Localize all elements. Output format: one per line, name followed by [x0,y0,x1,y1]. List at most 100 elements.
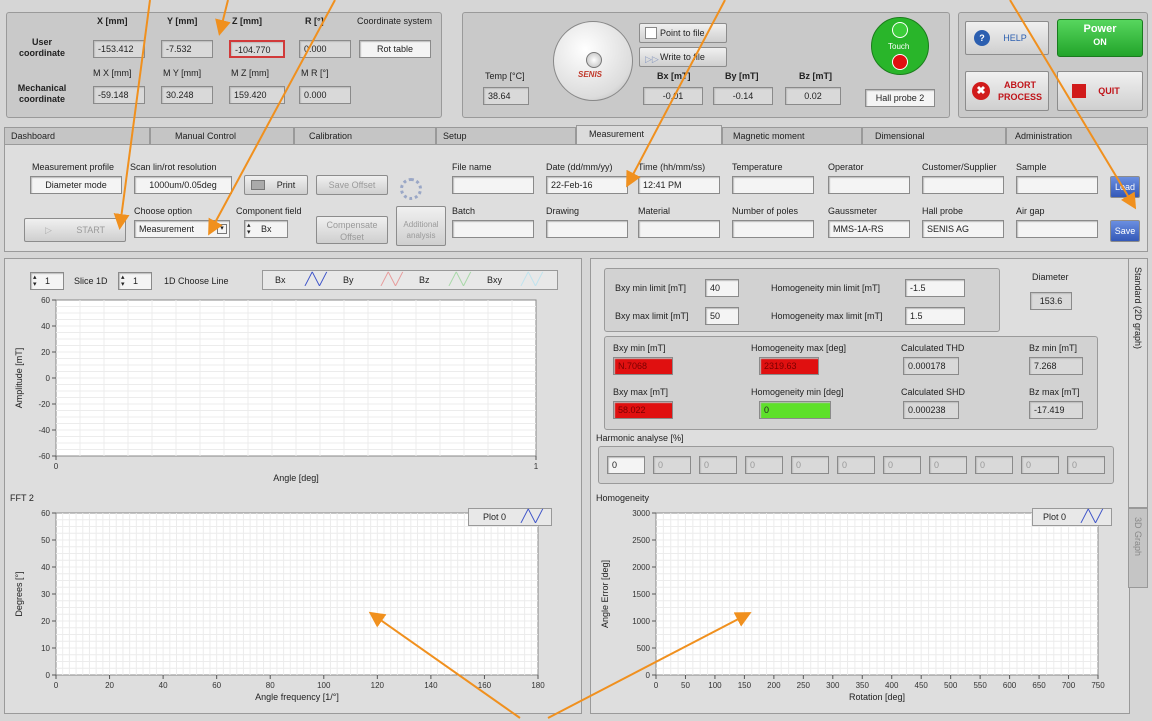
legend-by: By [343,275,354,285]
y-tick-label: 30 [41,590,50,599]
choose-line-stepper[interactable]: ▴ ▾ 1 [118,272,152,290]
meta-field-3[interactable] [732,176,814,194]
meta-field-5[interactable] [922,176,1004,194]
mech-r-header: M R [°] [301,68,329,78]
tab-setup[interactable]: Setup [436,127,576,144]
x-tick-label: 60 [212,681,221,690]
meta-field-1[interactable] [546,220,628,238]
senis-dial: SENIS [553,21,633,101]
scan-resolution-select[interactable]: 1000um/0.05deg [134,176,232,194]
meta-label-0: Batch [452,206,476,216]
x-tick-label: 500 [944,681,958,690]
legend-bxy: Bxy [487,275,503,285]
y-axis-label: Amplitude [mT] [14,348,24,409]
limits-panel: Bxy min limit [mT] 40 Homogeneity min li… [604,268,1000,332]
harmonic-value-0[interactable]: 0 [607,456,645,474]
compensate-offset-button[interactable]: Compensate Offset [316,216,388,244]
plot3-legend[interactable]: Plot 0 ╱╲╱ [1032,508,1112,526]
play-icon-start: ▷ [44,225,55,235]
mech-z-header: M Z [mm] [231,68,269,78]
abort-process-button[interactable]: ✖ ABORT PROCESS [965,71,1049,111]
meta-field-3[interactable] [732,220,814,238]
quit-button[interactable]: QUIT [1057,71,1143,111]
start-button[interactable]: ▷ START [24,218,126,242]
tab-magnetic-moment[interactable]: Magnetic moment [722,127,862,144]
y-tick-label: 20 [41,348,50,357]
meta-field-0[interactable] [452,220,534,238]
print-button[interactable]: Print [244,175,308,195]
abort-label: ABORT PROCESS [997,80,1042,102]
component-field-select[interactable]: ▴ ▾ Bx [244,220,288,238]
bxy-max-label: Bxy max [mT] [613,387,669,397]
plot2-legend[interactable]: Plot 0 ╱╲╱ [468,508,552,526]
help-button[interactable]: ? HELP [965,21,1049,55]
harmonic-value-8: 0 [975,456,1013,474]
compensate-offset-label: Compensate Offset [326,220,378,242]
y-tick-label: 40 [41,563,50,572]
meta-field-5[interactable]: SENIS AG [922,220,1004,238]
x-tick-label: 50 [681,681,690,690]
meta-field-1[interactable]: 22-Feb-16 [546,176,628,194]
tab-measurement[interactable]: Measurement [576,125,722,144]
write-to-file-button[interactable]: ▷▷ Write to file [639,47,727,67]
homogeneity-plot[interactable]: 3000 2500 2000 1500 1000 500 00 50 100 150 200 250 3… [596,503,1122,711]
y-tick-label: 3000 [632,509,650,518]
meta-field-0[interactable] [452,176,534,194]
bz-max-label: Bz max [mT] [1029,387,1080,397]
x-tick-label: 200 [767,681,781,690]
harmonic-value-7: 0 [929,456,967,474]
dial-knob [586,52,602,68]
x-header: X [mm] [97,16,128,26]
meta-label-0: File name [452,162,492,172]
meta-field-6[interactable] [1016,176,1098,194]
tab-calibration[interactable]: Calibration [294,127,436,144]
tab-dashboard[interactable]: Dashboard [4,127,150,144]
y-tick-label: 2500 [632,536,650,545]
x-tick-label: 650 [1032,681,1046,690]
hom-min-limit-input[interactable]: -1.5 [905,279,965,297]
harmonic-value-3: 0 [745,456,783,474]
hom-max-limit-input[interactable]: 1.5 [905,307,965,325]
temp-label: Temp [°C] [485,71,525,81]
shd-label: Calculated SHD [901,387,966,397]
tab-dimensional[interactable]: Dimensional [862,127,1006,144]
load-button[interactable]: Load [1110,176,1140,198]
point-to-file-button[interactable]: Point to file [639,23,727,43]
tab-manual-control[interactable]: Manual Control [150,127,294,144]
coordinate-system-select[interactable]: Rot table [359,40,431,58]
additional-analysis-button[interactable]: Additional analysis [396,206,446,246]
checkbox-icon [645,27,657,39]
meta-field-6[interactable] [1016,220,1098,238]
fft-plot[interactable]: 60504030201000 20 40 60 80 100 120 140 160 180Ang… [10,503,578,711]
tab-administration[interactable]: Administration [1006,127,1148,144]
save-offset-button[interactable]: Save Offset [316,175,388,195]
hom-max-limit-label: Homogeneity max limit [mT] [771,311,883,321]
control-panel: ? HELP Power ON ✖ ABORT PROCESS QUIT [958,12,1148,118]
power-button[interactable]: Power ON [1057,19,1143,57]
meta-field-2[interactable]: 12:41 PM [638,176,720,194]
bxy-min-limit-input[interactable]: 40 [705,279,739,297]
x-tick-label: 160 [478,681,492,690]
by-value: -0.14 [713,87,773,105]
diameter-label: Diameter [1032,272,1069,282]
save-button[interactable]: Save [1110,220,1140,242]
profile-select[interactable]: Diameter mode [30,176,122,194]
meta-field-2[interactable] [638,220,720,238]
side-tab-standard[interactable]: Standard (2D graph) [1128,258,1148,508]
meta-field-4[interactable] [828,176,910,194]
fft-title: FFT 2 [10,493,34,503]
slice-stepper[interactable]: ▴ ▾ 1 [30,272,64,290]
plot1-legend[interactable]: Bx ╱╲╱ By ╱╲╱ Bz ╱╲╱ Bxy ╱╲╱ [262,270,558,290]
bxy-max-limit-input[interactable]: 50 [705,307,739,325]
y-tick-label: 2000 [632,563,650,572]
temp-value: 38.64 [483,87,529,105]
choose-option-select[interactable]: Measurement ▾ [134,220,230,238]
choose-line-value: 1 [133,276,139,286]
x-tick-label: 250 [797,681,811,690]
thd-value: 0.000178 [903,357,959,375]
hall-probe-select[interactable]: Hall probe 2 [865,89,935,107]
thd-label: Calculated THD [901,343,965,353]
meta-field-4[interactable]: MMS-1A-RS [828,220,910,238]
side-tab-3d[interactable]: 3D Graph [1128,508,1148,588]
amplitude-plot[interactable]: 60 40 20 0 -20 -40 -60 0 1 Angle [deg] Amplitude [… [10,292,578,488]
